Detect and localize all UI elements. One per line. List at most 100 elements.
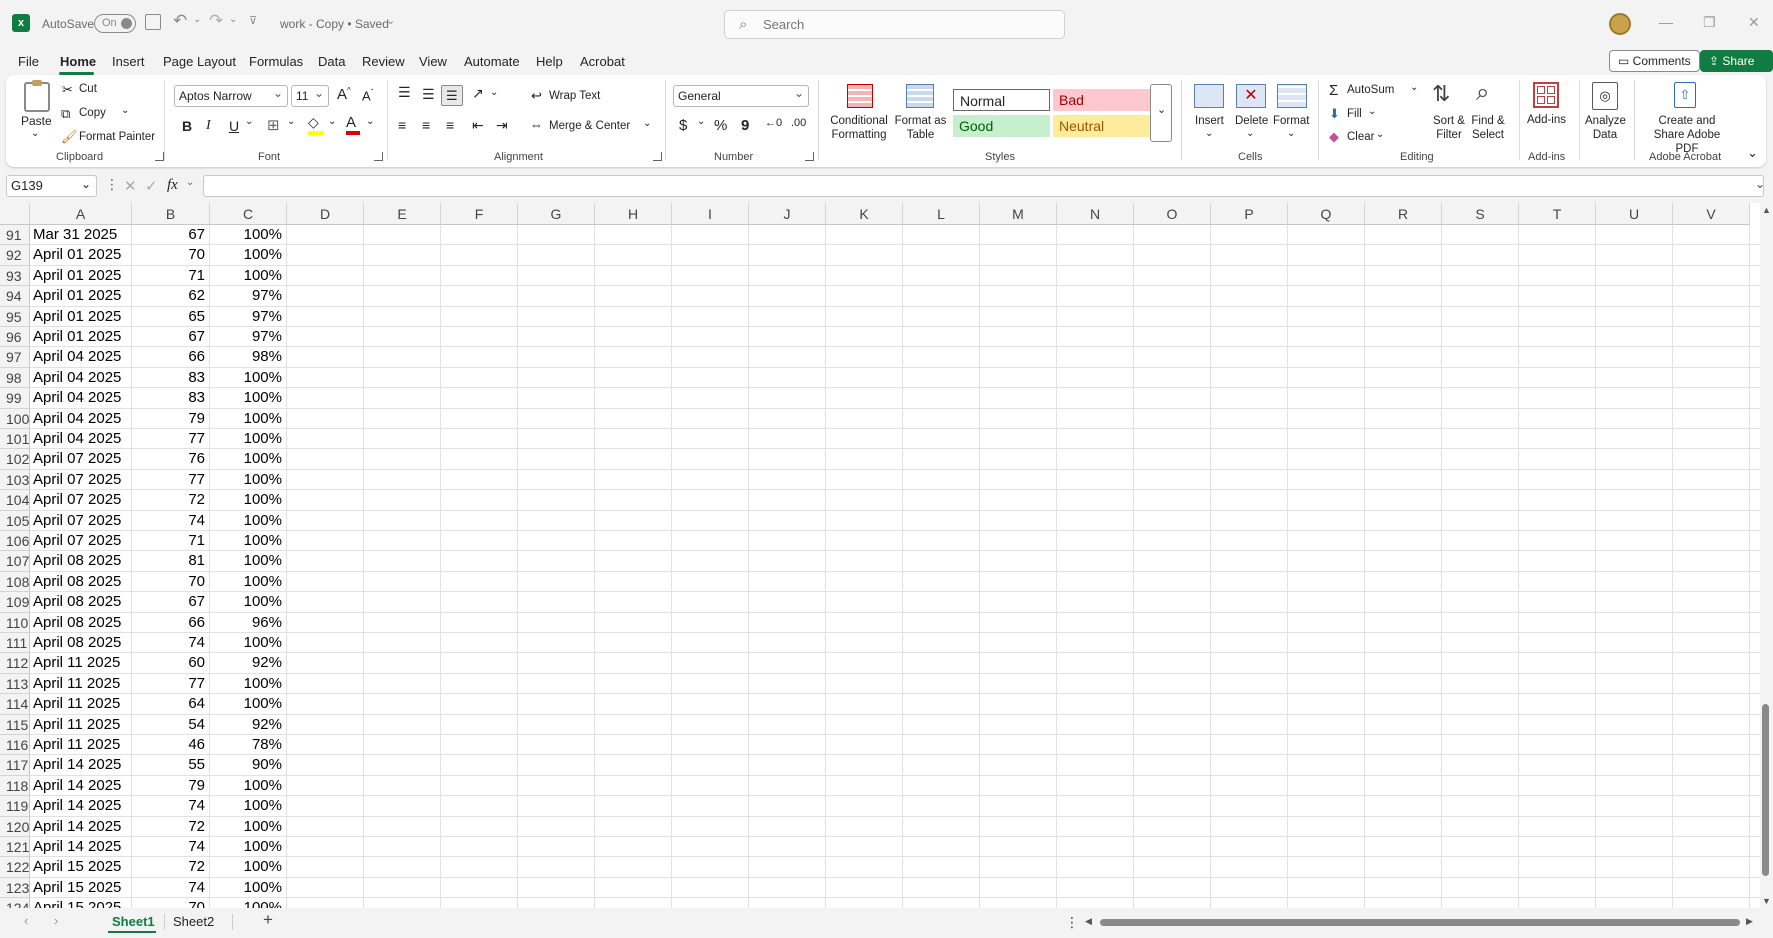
table-cell-value[interactable]: 67 — [132, 327, 205, 347]
row-header[interactable]: 122 — [0, 857, 30, 878]
sort-filter-icon[interactable]: ⇅ — [1432, 81, 1450, 107]
table-cell-date[interactable]: April 11 2025 — [33, 715, 131, 735]
undo-icon[interactable]: ↶ — [173, 11, 187, 31]
redo-dropdown-icon[interactable]: ⌄ — [229, 14, 237, 25]
title-chevron-down-icon[interactable]: ⌄ — [386, 14, 395, 27]
paste-dropdown-icon[interactable]: ⌄ — [31, 128, 39, 139]
undo-dropdown-icon[interactable]: ⌄ — [193, 14, 201, 25]
align-top-icon[interactable]: ☰ — [398, 84, 411, 101]
table-cell-date[interactable]: April 08 2025 — [33, 572, 131, 592]
create-share-pdf-button[interactable]: Create and Share Adobe PDF — [1642, 114, 1732, 156]
table-cell-percent[interactable]: 100% — [210, 449, 282, 469]
name-box[interactable]: G139 ⌄ — [6, 175, 97, 197]
tab-insert[interactable]: Insert — [112, 52, 145, 72]
table-cell-value[interactable]: 79 — [132, 409, 205, 429]
table-cell-percent[interactable]: 97% — [210, 327, 282, 347]
fill-button[interactable]: Fill — [1347, 108, 1362, 120]
column-header-j[interactable]: J — [749, 203, 826, 225]
scroll-up-icon[interactable]: ▲ — [1762, 205, 1771, 215]
row-header[interactable]: 119 — [0, 796, 30, 817]
column-header-p[interactable]: P — [1211, 203, 1288, 225]
merge-center-icon[interactable]: ⇔ — [530, 117, 543, 132]
clipboard-launcher-icon[interactable] — [155, 152, 164, 161]
restore-button[interactable]: ❐ — [1703, 14, 1716, 31]
row-header[interactable]: 99 — [0, 388, 30, 409]
analyze-data-icon[interactable]: ◎ — [1592, 82, 1618, 110]
scroll-left-icon[interactable]: ◀ — [1085, 916, 1092, 927]
table-cell-value[interactable]: 60 — [132, 653, 205, 673]
align-left-icon[interactable]: ≡ — [398, 117, 406, 133]
format-cells-button[interactable]: Format — [1273, 115, 1309, 127]
row-header[interactable]: 117 — [0, 755, 30, 776]
tab-file[interactable]: File — [18, 52, 39, 72]
confirm-entry-icon[interactable]: ✓ — [145, 177, 158, 195]
styles-more-button[interactable]: ⌄ — [1150, 84, 1172, 142]
table-cell-percent[interactable]: 100% — [210, 796, 282, 816]
table-cell-percent[interactable]: 100% — [210, 674, 282, 694]
autosum-icon[interactable]: Σ — [1329, 82, 1338, 99]
table-cell-date[interactable]: April 07 2025 — [33, 531, 131, 551]
table-cell-date[interactable]: April 14 2025 — [33, 796, 131, 816]
row-header[interactable]: 103 — [0, 469, 30, 491]
table-cell-value[interactable]: 74 — [132, 511, 205, 531]
row-header[interactable]: 107 — [0, 551, 30, 572]
paste-button[interactable]: Paste — [21, 114, 52, 128]
scroll-down-icon[interactable]: ▼ — [1762, 896, 1771, 906]
orientation-dropdown-icon[interactable]: ⌄ — [490, 87, 498, 98]
wrap-text-button[interactable]: Wrap Text — [549, 90, 600, 102]
table-cell-value[interactable]: 46 — [132, 735, 205, 755]
row-header[interactable]: 113 — [0, 673, 30, 695]
table-cell-date[interactable]: April 08 2025 — [33, 551, 131, 571]
percent-button[interactable]: % — [714, 117, 727, 134]
share-button[interactable]: ⇪ Share ⌄ — [1700, 50, 1773, 88]
align-right-icon[interactable]: ≡ — [446, 117, 454, 133]
delete-dropdown-icon[interactable]: ⌄ — [1246, 128, 1254, 139]
prev-sheet-icon[interactable]: ‹ — [24, 913, 28, 928]
insert-cells-button[interactable]: Insert — [1195, 115, 1224, 127]
table-cell-percent[interactable]: 100% — [210, 368, 282, 388]
table-cell-date[interactable]: April 08 2025 — [33, 592, 131, 612]
tab-home[interactable]: Home — [60, 52, 96, 72]
column-header-n[interactable]: N — [1057, 203, 1134, 225]
table-cell-date[interactable]: April 07 2025 — [33, 511, 131, 531]
row-header[interactable]: 93 — [0, 265, 30, 287]
table-cell-date[interactable]: April 14 2025 — [33, 817, 131, 837]
table-cell-percent[interactable]: 100% — [210, 266, 282, 286]
table-cell-percent[interactable]: 100% — [210, 409, 282, 429]
row-header[interactable]: 109 — [0, 592, 30, 613]
table-cell-value[interactable]: 74 — [132, 633, 205, 653]
table-cell-value[interactable]: 74 — [132, 837, 205, 857]
row-header[interactable]: 118 — [0, 775, 30, 797]
table-cell-percent[interactable]: 100% — [210, 490, 282, 510]
row-header[interactable]: 120 — [0, 816, 30, 837]
column-header-g[interactable]: G — [518, 203, 595, 225]
tab-view[interactable]: View — [419, 52, 447, 72]
insert-cells-icon[interactable] — [1194, 84, 1224, 108]
number-format-select[interactable]: General — [673, 83, 809, 107]
table-cell-value[interactable]: 62 — [132, 286, 205, 306]
analyze-data-button[interactable]: Analyze Data — [1585, 114, 1626, 142]
table-cell-value[interactable]: 66 — [132, 613, 205, 633]
table-cell-date[interactable]: April 04 2025 — [33, 409, 131, 429]
font-launcher-icon[interactable] — [374, 152, 383, 161]
table-cell-date[interactable]: April 01 2025 — [33, 327, 131, 347]
row-header[interactable]: 108 — [0, 571, 30, 593]
fill-color-dropdown-icon[interactable]: ⌄ — [328, 116, 336, 127]
delete-cells-button[interactable]: Delete — [1235, 115, 1268, 127]
increase-font-icon[interactable]: A^ — [337, 86, 351, 103]
table-cell-value[interactable]: 83 — [132, 368, 205, 388]
formula-input[interactable] — [203, 175, 1764, 197]
table-cell-value[interactable]: 79 — [132, 776, 205, 796]
search-input[interactable] — [763, 17, 1053, 32]
table-cell-value[interactable]: 76 — [132, 449, 205, 469]
row-header[interactable]: 123 — [0, 877, 30, 899]
table-cell-percent[interactable]: 96% — [210, 613, 282, 633]
font-size-select[interactable]: 11 — [291, 83, 329, 107]
tab-acrobat[interactable]: Acrobat — [580, 52, 625, 72]
table-cell-date[interactable]: April 11 2025 — [33, 694, 131, 714]
table-cell-percent[interactable]: 78% — [210, 735, 282, 755]
table-cell-value[interactable]: 71 — [132, 531, 205, 551]
table-cell-value[interactable]: 83 — [132, 388, 205, 408]
table-cell-percent[interactable]: 100% — [210, 776, 282, 796]
table-cell-percent[interactable]: 100% — [210, 429, 282, 449]
